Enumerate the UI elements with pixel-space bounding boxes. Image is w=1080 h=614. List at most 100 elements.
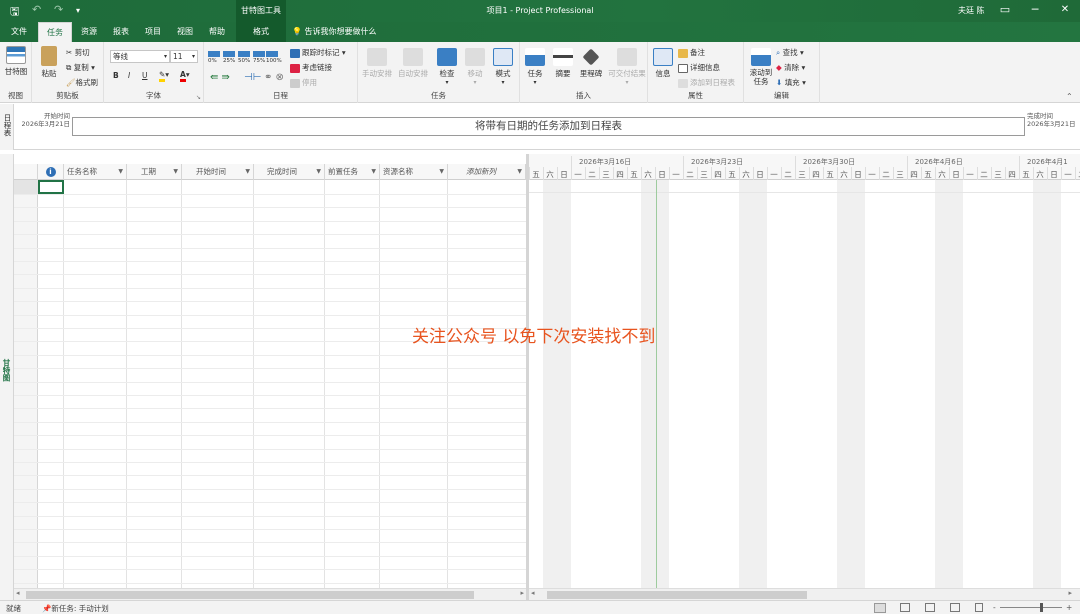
table-row[interactable] xyxy=(14,462,526,463)
user-name[interactable]: 夫廷 陈 xyxy=(958,5,985,16)
pct-50-button[interactable]: 50% xyxy=(238,51,250,64)
format-painter-button[interactable]: 🖌格式刷 xyxy=(66,77,98,88)
table-row[interactable] xyxy=(14,569,526,570)
zoom-out-icon[interactable]: - xyxy=(993,603,996,612)
gantt-chart-button[interactable]: 甘特图 xyxy=(2,46,30,77)
filter-dropdown-icon[interactable]: ▼ xyxy=(173,164,178,180)
scroll-right-icon[interactable]: ▸ xyxy=(520,589,524,597)
inactivate-button[interactable]: 停用 xyxy=(290,77,317,88)
table-row[interactable] xyxy=(14,301,526,302)
row-header-selected[interactable] xyxy=(14,180,38,194)
information-button[interactable]: 信息 xyxy=(650,48,676,79)
report-shortcut-icon[interactable] xyxy=(975,603,983,612)
table-row[interactable] xyxy=(14,355,526,356)
tab-project[interactable]: 项目 xyxy=(138,22,168,42)
pct-25-button[interactable]: 25% xyxy=(223,51,235,64)
table-row[interactable] xyxy=(14,315,526,316)
deliverable-button[interactable]: 可交付结果 ▾ xyxy=(608,48,646,86)
dialog-launcher-icon[interactable]: ↘ xyxy=(196,94,201,101)
table-row[interactable] xyxy=(14,583,526,584)
fill-button[interactable]: ⬇ 填充 ▾ xyxy=(776,77,806,88)
table-row[interactable] xyxy=(14,207,526,208)
tab-format[interactable]: 格式 xyxy=(236,22,286,42)
timeline-bar[interactable]: 将带有日期的任务添加到日程表 xyxy=(72,117,1025,136)
filter-dropdown-icon[interactable]: ▼ xyxy=(316,164,321,180)
mark-on-track-button[interactable]: 跟踪时标记 ▾ xyxy=(290,47,346,58)
redo-icon[interactable]: ↷ xyxy=(54,3,63,16)
move-button[interactable]: 移动 ▾ xyxy=(462,48,488,86)
close-button[interactable]: ✕ xyxy=(1050,0,1080,22)
col-finish[interactable]: 完成时间 ▼ xyxy=(254,164,325,180)
underline-button[interactable]: U xyxy=(142,71,148,80)
summary-button[interactable]: 摘要 xyxy=(550,48,576,79)
find-button[interactable]: ⌕ 查找 ▾ xyxy=(776,47,804,58)
filter-dropdown-icon[interactable]: ▼ xyxy=(517,164,522,180)
zoom-in-icon[interactable]: + xyxy=(1066,603,1072,612)
chart-horizontal-scrollbar[interactable]: ◂ ▸ xyxy=(529,588,1080,600)
filter-dropdown-icon[interactable]: ▼ xyxy=(439,164,444,180)
table-row[interactable] xyxy=(14,194,526,195)
insert-task-button[interactable]: 任务 ▾ xyxy=(522,48,548,86)
table-row[interactable] xyxy=(14,516,526,517)
table-row[interactable] xyxy=(14,502,526,503)
pct-100-button[interactable]: 100% xyxy=(266,51,282,64)
notes-button[interactable]: 备注 xyxy=(678,47,705,58)
scroll-right-icon[interactable]: ▸ xyxy=(1068,589,1072,597)
sheet-scroll-thumb[interactable] xyxy=(26,591,474,599)
mode-button[interactable]: 模式 ▾ xyxy=(490,48,516,86)
select-all-corner[interactable] xyxy=(14,164,38,180)
font-name-select[interactable]: 等线 ▾ xyxy=(110,50,170,63)
customize-icon[interactable]: ▾ xyxy=(76,6,80,15)
respect-links-button[interactable]: 考虑链接 xyxy=(290,62,332,73)
sheet-horizontal-scrollbar[interactable]: ◂ ▸ xyxy=(14,588,526,600)
split-task-icon[interactable]: ⊣⊢ xyxy=(244,72,261,83)
italic-button[interactable]: I xyxy=(128,71,130,80)
scroll-left-icon[interactable]: ◂ xyxy=(16,589,20,597)
clear-button[interactable]: ◆ 清除 ▾ xyxy=(776,62,805,73)
table-row[interactable] xyxy=(14,449,526,450)
scroll-to-task-button[interactable]: 滚动到 任务 xyxy=(746,48,776,86)
col-start[interactable]: 开始时间 ▼ xyxy=(182,164,254,180)
table-row[interactable] xyxy=(14,408,526,409)
pct-75-button[interactable]: 75% xyxy=(253,51,265,64)
inspect-button[interactable]: 检查 ▾ xyxy=(434,48,460,86)
table-row[interactable] xyxy=(14,248,526,249)
col-task-name[interactable]: 任务名称 ▼ xyxy=(64,164,127,180)
task-sheet[interactable] xyxy=(14,154,526,588)
table-row[interactable] xyxy=(14,288,526,289)
manually-schedule-button[interactable]: 手动安排 xyxy=(360,48,394,79)
task-usage-shortcut-icon[interactable] xyxy=(900,603,910,612)
team-planner-shortcut-icon[interactable] xyxy=(925,603,935,612)
table-row[interactable] xyxy=(14,261,526,262)
view-bar[interactable]: 甘特图 xyxy=(0,154,14,600)
auto-schedule-button[interactable]: 自动安排 xyxy=(396,48,430,79)
cut-button[interactable]: ✂ 剪切 xyxy=(66,47,90,58)
link-unlink-icons[interactable]: ⚭ ⊗ xyxy=(264,72,284,83)
paste-button[interactable]: 粘贴 xyxy=(36,46,62,79)
filter-dropdown-icon[interactable]: ▼ xyxy=(371,164,376,180)
filter-dropdown-icon[interactable]: ▼ xyxy=(245,164,250,180)
table-row[interactable] xyxy=(14,368,526,369)
copy-button[interactable]: ⧉ 复制 ▾ xyxy=(66,62,95,73)
gantt-chart-area[interactable] xyxy=(529,154,1080,588)
minimize-button[interactable]: ─ xyxy=(1020,0,1050,22)
selected-cell[interactable] xyxy=(38,180,64,194)
new-tasks-mode[interactable]: 📌新任务: 手动计划 xyxy=(42,603,109,614)
collapse-ribbon-icon[interactable]: ⌃ xyxy=(1066,92,1073,101)
undo-icon[interactable]: ↶ xyxy=(32,3,41,16)
scroll-left-icon[interactable]: ◂ xyxy=(531,589,535,597)
col-add-new-column[interactable]: 添加新列 ▼ xyxy=(448,164,526,180)
milestone-button[interactable]: 里程碑 xyxy=(576,48,606,79)
table-row[interactable] xyxy=(14,475,526,476)
zoom-slider-thumb[interactable] xyxy=(1040,603,1043,612)
filter-dropdown-icon[interactable]: ▼ xyxy=(118,164,123,180)
table-row[interactable] xyxy=(14,395,526,396)
add-to-timeline-button[interactable]: 添加到日程表 xyxy=(678,77,735,88)
table-row[interactable] xyxy=(14,435,526,436)
col-duration[interactable]: 工期 ▼ xyxy=(127,164,182,180)
tab-task[interactable]: 任务 xyxy=(38,22,72,42)
tell-me-box[interactable]: 💡 告诉我你想要做什么 xyxy=(288,22,388,42)
table-row[interactable] xyxy=(14,234,526,235)
col-resource-names[interactable]: 资源名称 ▼ xyxy=(380,164,448,180)
font-size-select[interactable]: 11 ▾ xyxy=(170,50,198,63)
